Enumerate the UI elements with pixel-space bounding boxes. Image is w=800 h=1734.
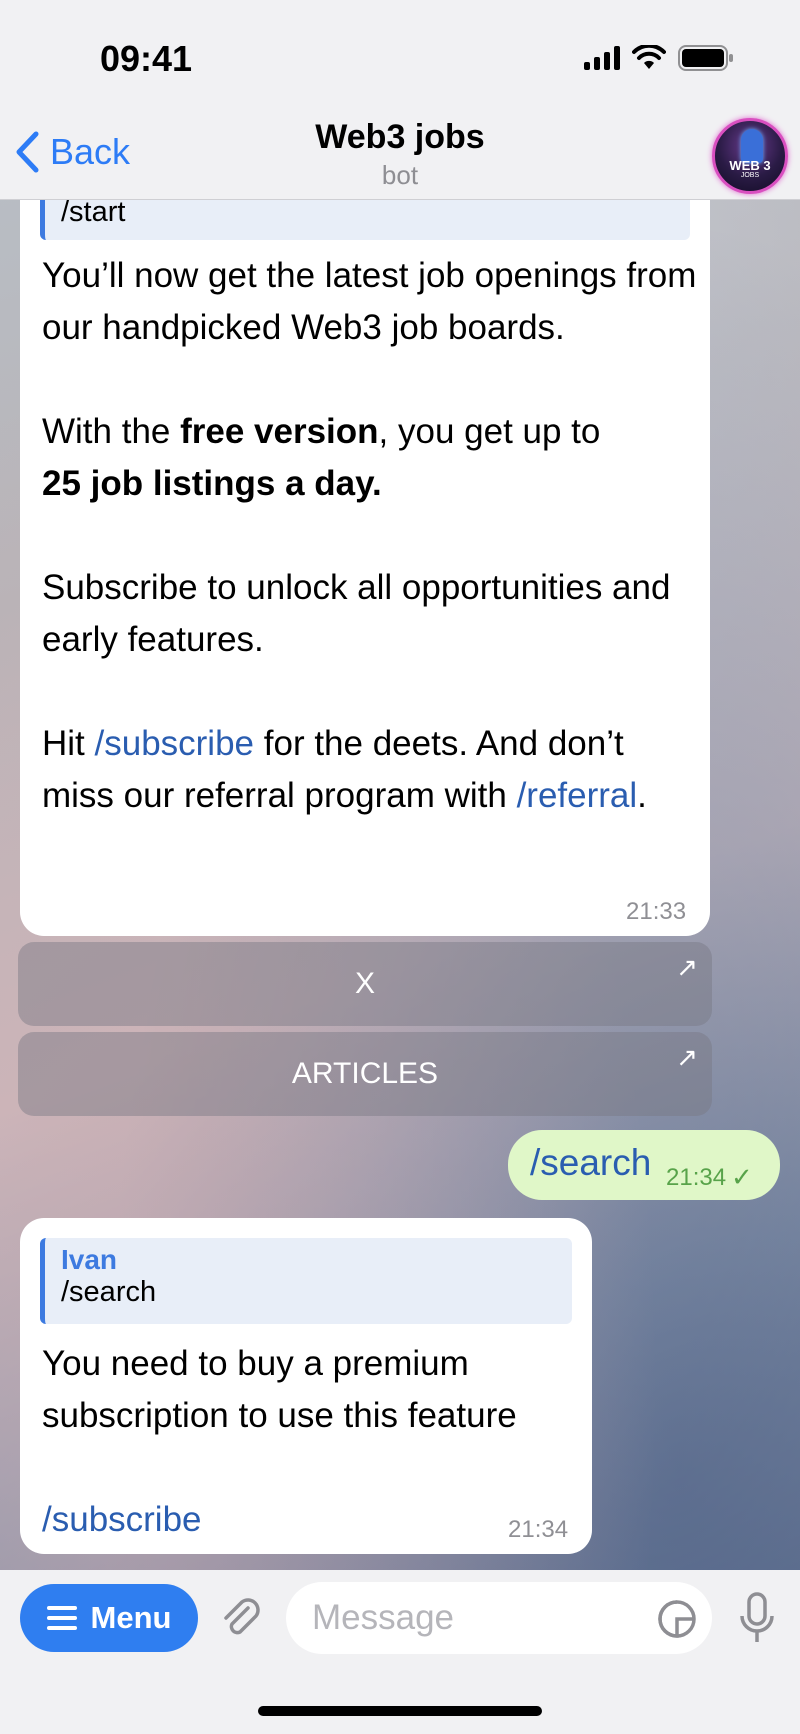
chat-subtitle: bot [381, 160, 419, 190]
reply-quote-text: /start [61, 196, 126, 228]
home-indicator[interactable] [258, 1706, 542, 1716]
chat-header: Back Web3 jobs bot WEB 3 JOBS [0, 110, 800, 200]
attachment-icon[interactable] [218, 1596, 264, 1642]
read-check-icon: ✓ [731, 1162, 753, 1192]
inline-button-label: ARTICLES [291, 1057, 439, 1090]
microphone-icon[interactable] [738, 1592, 776, 1644]
cellular-signal-icon [584, 46, 620, 70]
battery-icon [678, 45, 733, 71]
message-paragraph: With the free version, you get up to 25 … [42, 412, 601, 503]
subscribe-command-link[interactable]: /subscribe [42, 1500, 202, 1539]
message-body: You need to buy a premium subscription t… [42, 1338, 572, 1546]
avatar[interactable]: WEB 3 JOBS [712, 118, 788, 194]
external-link-arrow-icon: ↗ [676, 1042, 698, 1072]
wifi-icon [632, 45, 666, 69]
subscribe-command-link[interactable]: /subscribe [95, 724, 255, 763]
message-paragraph: Subscribe to unlock all opportunities an… [42, 568, 671, 659]
status-bar: 09:41 [0, 0, 800, 110]
reply-quote-author: Ivan [61, 1244, 118, 1275]
inline-button-articles[interactable]: ARTICLES ↗ [18, 1032, 712, 1116]
outgoing-message-bubble: /search 21:34 ✓ [508, 1130, 780, 1200]
message-bubble-premium-required: Ivan /search You need to buy a premium s… [20, 1218, 592, 1554]
menu-label: Menu [90, 1600, 172, 1635]
chat-title[interactable]: Web3 jobs [0, 118, 800, 157]
message-paragraph: You need to buy a premium subscription t… [42, 1344, 517, 1435]
avatar-text: WEB 3 [729, 158, 771, 173]
referral-command-link[interactable]: /referral [517, 776, 638, 815]
message-paragraph: You’ll now get the latest job openings f… [42, 256, 697, 347]
bot-menu-button[interactable]: Menu [20, 1584, 198, 1652]
status-time: 09:41 [100, 38, 193, 79]
sticker-icon[interactable] [656, 1598, 698, 1640]
message-bubble-start-reply: /start You’ll now get the latest job ope… [20, 150, 710, 936]
message-time: 21:33 [626, 898, 687, 925]
hamburger-icon [46, 1606, 77, 1630]
message-body: You’ll now get the latest job openings f… [42, 250, 702, 822]
status-icons [584, 44, 734, 72]
message-input[interactable] [286, 1582, 712, 1654]
external-link-arrow-icon: ↗ [676, 952, 698, 982]
reply-quote-text: /search [61, 1276, 157, 1308]
avatar-subtext: JOBS [740, 172, 760, 179]
reply-quote[interactable]: Ivan /search [40, 1238, 572, 1324]
message-paragraph: Hit /subscribe for the deets. And don’t … [42, 724, 647, 815]
outgoing-message-text[interactable]: /search [530, 1142, 651, 1184]
message-time: 21:34 [508, 1516, 569, 1543]
inline-button-label: X [354, 967, 375, 1000]
inline-button-x[interactable]: X ↗ [18, 942, 712, 1026]
message-time: 21:34 [666, 1164, 727, 1191]
